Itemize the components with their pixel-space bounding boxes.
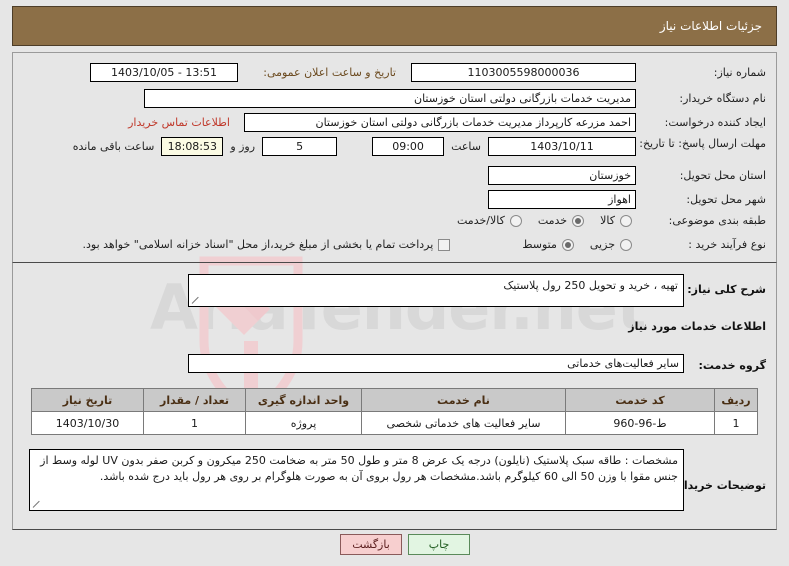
service-group-field[interactable]: سایر فعالیت‌های خدماتی bbox=[188, 354, 684, 373]
announcement-datetime-field[interactable]: 13:51 - 1403/10/05 bbox=[90, 63, 238, 82]
radio-motevaset-icon[interactable] bbox=[561, 238, 574, 251]
deadline-label: مهلت ارسال پاسخ: تا تاریخ: bbox=[639, 137, 766, 150]
process-option-jozi[interactable]: جزیی bbox=[590, 238, 632, 251]
buyer-notes-value: مشخصات : طاقه سبک پلاستیک (نایلون) درجه … bbox=[40, 454, 678, 483]
buyer-notes-textarea[interactable]: مشخصات : طاقه سبک پلاستیک (نایلون) درجه … bbox=[29, 449, 684, 511]
remaining-days-field[interactable]: 5 bbox=[262, 137, 338, 156]
resize-grip-icon[interactable] bbox=[191, 296, 200, 305]
col-row-no: ردیف bbox=[714, 388, 758, 412]
process-option-jozi-label: جزیی bbox=[589, 238, 615, 251]
announcement-row: تاریخ و ساعت اعلان عمومی: 13:51 - 1403/1… bbox=[90, 63, 396, 82]
radio-kala-icon[interactable] bbox=[620, 214, 632, 227]
table-row: 1 ط-96-960 سایر فعالیت های خدماتی شخصی پ… bbox=[31, 411, 758, 435]
page-title: جزئیات اطلاعات نیاز bbox=[659, 19, 762, 33]
col-service-code: کد خدمت bbox=[565, 388, 715, 412]
col-unit: واحد اندازه گیری bbox=[245, 388, 362, 412]
notes-resize-grip-icon[interactable] bbox=[32, 500, 41, 509]
col-quantity: تعداد / مقدار bbox=[143, 388, 246, 412]
category-label: طبقه بندی موضوعی: bbox=[668, 214, 766, 227]
back-button[interactable]: بازگشت bbox=[340, 534, 402, 555]
process-type-row: نوع فرآیند خرید : جزیی متوسط پرداخت تمام… bbox=[67, 238, 766, 251]
category-option-kala[interactable]: کالا bbox=[600, 214, 632, 227]
process-option-motevaset[interactable]: متوسط bbox=[522, 238, 574, 251]
cell-unit: پروژه bbox=[245, 411, 362, 435]
treasury-checkbox[interactable] bbox=[438, 238, 451, 251]
radio-khedmat-icon[interactable] bbox=[572, 214, 585, 227]
buyer-notes-label: توضیحات خریدار: bbox=[673, 479, 766, 492]
category-option-khedmat-label: خدمت bbox=[537, 214, 568, 227]
buyer-org-field[interactable]: مدیریت خدمات بازرگانی دولتی استان خوزستا… bbox=[144, 89, 636, 108]
announcement-label: تاریخ و ساعت اعلان عمومی: bbox=[263, 66, 396, 79]
category-option-kala-khedmat[interactable]: کالا/خدمت bbox=[457, 214, 522, 227]
table-header-row: ردیف کد خدمت نام خدمت واحد اندازه گیری ت… bbox=[31, 388, 758, 412]
need-number-row: شماره نیاز: 1103005598000036 bbox=[411, 63, 766, 82]
remaining-time-label: ساعت باقی مانده bbox=[72, 140, 155, 153]
treasury-checkbox-label: پرداخت تمام یا بخشی از مبلغ خرید،از محل … bbox=[82, 238, 434, 251]
need-info-panel: شماره نیاز: 1103005598000036 تاریخ و ساع… bbox=[12, 52, 777, 262]
remaining-time-field: 18:08:53 bbox=[161, 137, 224, 156]
province-label: استان محل تحویل: bbox=[679, 169, 766, 182]
need-number-field[interactable]: 1103005598000036 bbox=[411, 63, 636, 82]
creator-label: ایجاد کننده درخواست: bbox=[664, 116, 766, 129]
services-section-title: اطلاعات خدمات مورد نیاز bbox=[628, 320, 766, 333]
cell-quantity: 1 bbox=[143, 411, 246, 435]
col-service-name: نام خدمت bbox=[361, 388, 566, 412]
buyer-org-row: نام دستگاه خریدار: مدیریت خدمات بازرگانی… bbox=[144, 89, 766, 108]
treasury-checkbox-group[interactable]: پرداخت تمام یا بخشی از مبلغ خرید،از محل … bbox=[83, 238, 451, 251]
deadline-date-field[interactable]: 1403/10/11 bbox=[488, 137, 636, 156]
general-desc-label: شرح کلی نیاز: bbox=[687, 283, 766, 296]
general-desc-value: تهیه ، خرید و تحویل 250 رول پلاستیک bbox=[503, 279, 678, 292]
buyer-org-label: نام دستگاه خریدار: bbox=[679, 92, 766, 105]
cell-service-name: سایر فعالیت های خدماتی شخصی bbox=[361, 411, 566, 435]
print-button[interactable]: چاپ bbox=[408, 534, 470, 555]
col-need-date: تاریخ نیاز bbox=[31, 388, 144, 412]
service-group-label: گروه خدمت: bbox=[698, 359, 766, 372]
province-field[interactable]: خوزستان bbox=[488, 166, 636, 185]
city-label: شهر محل تحویل: bbox=[686, 193, 766, 206]
category-option-kala-label: کالا bbox=[600, 214, 615, 227]
province-row: استان محل تحویل: خوزستان bbox=[488, 166, 766, 185]
creator-field[interactable]: احمد مزرعه کارپرداز مدیریت خدمات بازرگان… bbox=[244, 113, 636, 132]
radio-jozi-icon[interactable] bbox=[620, 238, 632, 251]
need-number-label: شماره نیاز: bbox=[713, 66, 766, 79]
buyer-contact-link[interactable]: اطلاعات تماس خریدار bbox=[128, 116, 230, 129]
cell-row-no: 1 bbox=[714, 411, 758, 435]
service-items-table: ردیف کد خدمت نام خدمت واحد اندازه گیری ت… bbox=[31, 388, 758, 435]
radio-kala-khedmat-icon[interactable] bbox=[509, 214, 522, 227]
process-type-label: نوع فرآیند خرید : bbox=[688, 238, 766, 251]
city-row: شهر محل تحویل: اهواز bbox=[488, 190, 766, 209]
category-option-khedmat[interactable]: خدمت bbox=[537, 214, 585, 227]
deadline-time-field[interactable]: 09:00 bbox=[372, 137, 445, 156]
process-option-motevaset-label: متوسط bbox=[522, 238, 557, 251]
creator-row: ایجاد کننده درخواست: احمد مزرعه کارپرداز… bbox=[128, 113, 766, 132]
page-header: جزئیات اطلاعات نیاز bbox=[12, 6, 777, 46]
city-field[interactable]: اهواز bbox=[488, 190, 636, 209]
remaining-days-label: روز و bbox=[230, 140, 256, 153]
deadline-row: مهلت ارسال پاسخ: تا تاریخ: 1403/10/11 سا… bbox=[73, 137, 766, 156]
category-row: طبقه بندی موضوعی: کالا خدمت کالا/خدمت bbox=[441, 214, 766, 227]
general-desc-textarea[interactable]: تهیه ، خرید و تحویل 250 رول پلاستیک bbox=[188, 274, 684, 307]
deadline-hour-label: ساعت bbox=[451, 140, 481, 153]
cell-service-code: ط-96-960 bbox=[565, 411, 715, 435]
category-option-kala-khedmat-label: کالا/خدمت bbox=[457, 214, 505, 227]
cell-need-date: 1403/10/30 bbox=[31, 411, 144, 435]
